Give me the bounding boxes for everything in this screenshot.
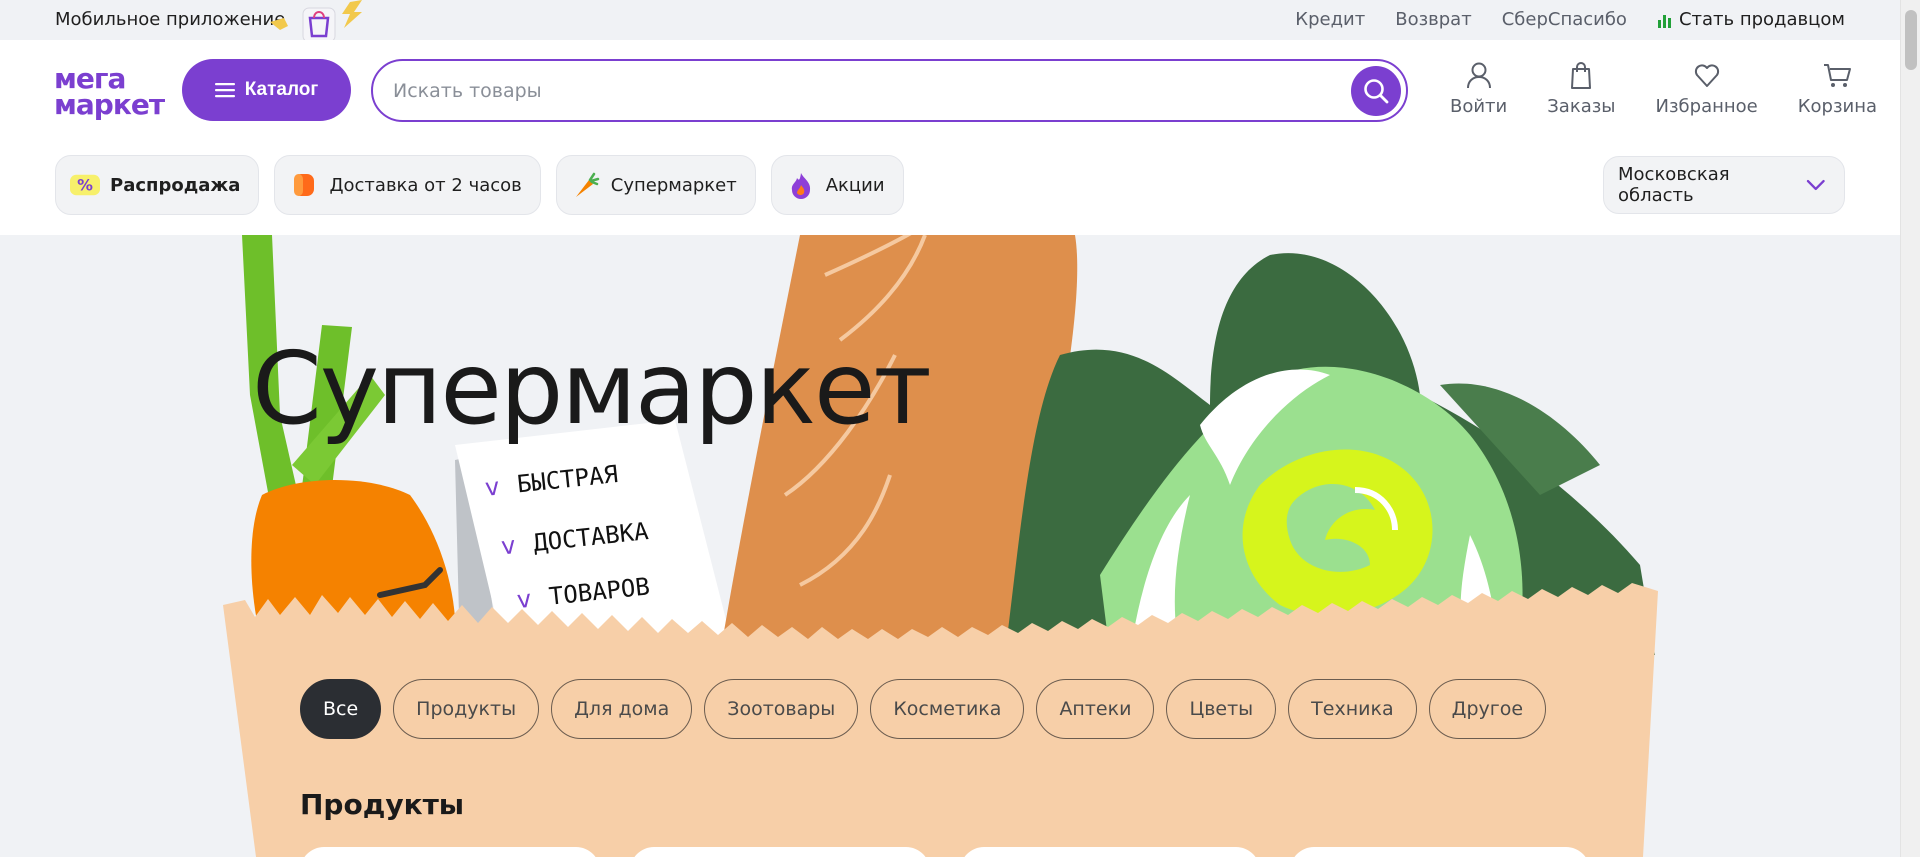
search-button[interactable] [1351, 66, 1401, 116]
delivery-note: v БЫСТРАЯ v ДОСТАВКА v ТОВАРОВ [461, 430, 684, 630]
cart-label: Корзина [1797, 96, 1878, 117]
shopping-bag-icon [1571, 62, 1592, 89]
store-card[interactable] [630, 847, 930, 857]
search-icon [1364, 79, 1389, 104]
filter-pharmacy[interactable]: Аптеки [1036, 679, 1155, 739]
filter-home[interactable]: Для дома [551, 679, 693, 739]
store-card[interactable] [300, 847, 600, 857]
store-card[interactable] [960, 847, 1260, 857]
return-link[interactable]: Возврат [1395, 9, 1471, 30]
note-line: v ТОВАРОВ [516, 572, 652, 614]
menu-icon [214, 83, 235, 98]
quick-links: % Распродажа Доставка от 2 часов Суперма… [55, 155, 904, 215]
check-icon: v [483, 472, 501, 502]
site-header: мега маркет Каталог Войти [0, 40, 1900, 235]
chip-supermarket[interactable]: Супермаркет [555, 155, 756, 215]
note-line: v ДОСТАВКА [500, 517, 650, 560]
catalog-button[interactable]: Каталог [182, 59, 351, 121]
check-icon: v [515, 584, 533, 615]
megamarket-logo[interactable]: мега маркет [54, 65, 169, 121]
cart-icon [1824, 64, 1852, 87]
bar-chart-icon [1657, 14, 1671, 28]
check-icon: v [499, 531, 517, 561]
section-title-products: Продукты [300, 788, 465, 821]
note-text: ДОСТАВКА [531, 517, 650, 558]
chip-sale[interactable]: % Распродажа [55, 155, 260, 215]
favorites-label: Избранное [1655, 96, 1758, 117]
note-line: v БЫСТРАЯ [484, 460, 620, 502]
region-label: Московская область [1618, 164, 1730, 206]
become-seller-link[interactable]: Стать продавцом [1657, 9, 1845, 30]
region-selector[interactable]: Московская область [1603, 156, 1845, 214]
orders-button[interactable]: Заказы [1527, 60, 1635, 117]
filter-electronics[interactable]: Техника [1288, 679, 1417, 739]
chip-delivery[interactable]: Доставка от 2 часов [274, 155, 541, 215]
filter-cosmetics[interactable]: Косметика [870, 679, 1025, 739]
cart-button[interactable]: Корзина [1778, 60, 1897, 117]
search-input[interactable] [393, 75, 1333, 107]
chip-supermarket-label: Супермаркет [610, 174, 737, 196]
search-bar [371, 59, 1408, 122]
user-icon [1466, 62, 1491, 89]
heart-icon [1694, 64, 1719, 87]
store-card[interactable] [1290, 847, 1590, 857]
filter-flowers[interactable]: Цветы [1166, 679, 1277, 739]
top-links: Кредит Возврат СберСпасибо Стать продавц… [1295, 9, 1845, 30]
credit-link[interactable]: Кредит [1295, 9, 1365, 30]
chip-promo-label: Акции [825, 174, 885, 196]
filter-other[interactable]: Другое [1428, 679, 1547, 739]
scrollbar-thumb[interactable] [1905, 10, 1917, 70]
category-filters: Все Продукты Для дома Зоотовары Косметик… [300, 679, 1547, 739]
percent-icon: % [70, 170, 100, 200]
page-scrollbar[interactable] [1900, 0, 1920, 857]
svg-text:%: % [77, 176, 93, 195]
flame-icon [786, 170, 816, 200]
favorites-button[interactable]: Избранное [1636, 60, 1778, 117]
delivery-icon [289, 170, 319, 200]
note-text: ТОВАРОВ [547, 572, 652, 611]
logo-line2: маркет [54, 88, 165, 121]
sberspasibo-link[interactable]: СберСпасибо [1502, 9, 1627, 30]
orders-label: Заказы [1547, 96, 1616, 117]
filter-pets[interactable]: Зоотовары [704, 679, 859, 739]
login-button[interactable]: Войти [1430, 60, 1527, 117]
filter-all[interactable]: Все [300, 679, 382, 739]
grocery-bag-illustration [223, 235, 1658, 857]
header-nav: Войти Заказы Избранное Корзина [1430, 60, 1897, 117]
catalog-label: Каталог [244, 79, 319, 100]
chevron-down-icon [1807, 179, 1826, 191]
note-text: БЫСТРАЯ [515, 460, 620, 499]
mobile-app-icon[interactable] [270, 0, 380, 40]
chip-sale-label: Распродажа [110, 174, 241, 196]
become-seller-label: Стать продавцом [1678, 9, 1845, 30]
filter-products[interactable]: Продукты [393, 679, 540, 739]
store-cards [300, 847, 1590, 857]
chip-delivery-label: Доставка от 2 часов [329, 174, 522, 196]
top-utility-bar: Мобильное приложение Кредит Возврат Сбер… [0, 0, 1900, 40]
login-label: Войти [1450, 96, 1508, 117]
supermarket-hero: Супермаркет v БЫСТРАЯ v ДОСТАВКА v ТОВАРОВ … [0, 235, 1900, 857]
mobile-app-link[interactable]: Мобильное приложение [55, 9, 285, 30]
chip-promo[interactable]: Акции [770, 155, 904, 215]
carrot-icon [571, 170, 601, 200]
hero-title: Супермаркет [252, 330, 932, 447]
